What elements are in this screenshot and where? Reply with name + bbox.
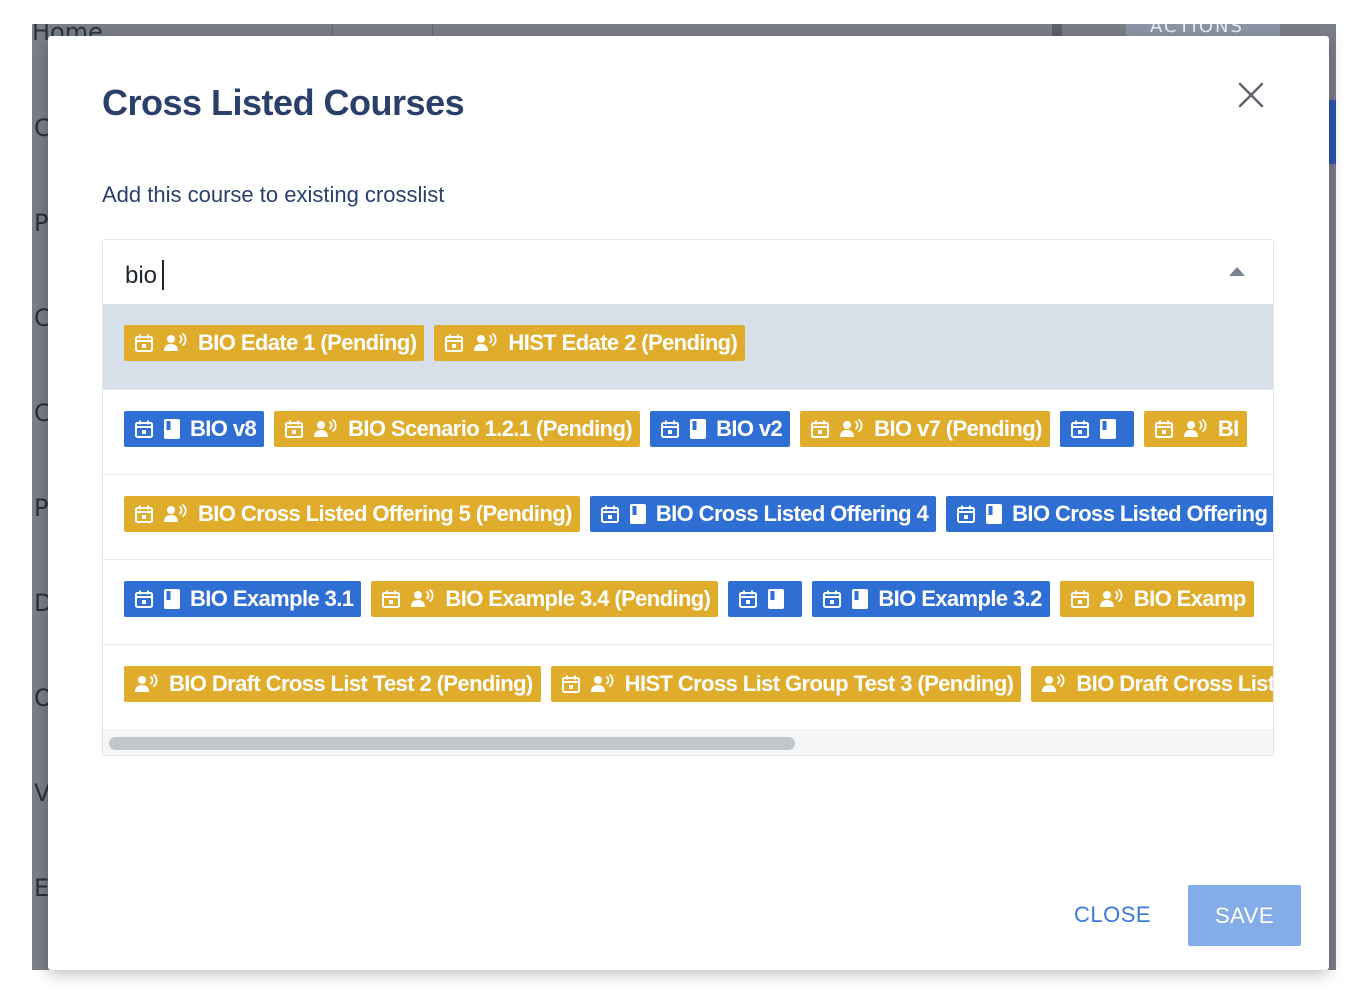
crosslist-chip: BIO Draft Cross List G	[1031, 666, 1274, 702]
chip-label: BIO Cross Listed Offering 5 (Pending)	[198, 501, 572, 526]
calendar-icon	[561, 674, 581, 694]
crosslist-chip: BIO Example 3.1	[124, 581, 362, 617]
crosslist-chip: BIO Cross Listed Offering	[946, 496, 1273, 532]
calendar-icon	[660, 419, 680, 439]
calendar-icon	[1154, 419, 1174, 439]
background-divider	[432, 24, 433, 36]
scrollbar-thumb[interactable]	[109, 737, 795, 750]
calendar-icon	[738, 589, 758, 609]
chip-label: BIO Example 3.1	[190, 586, 354, 611]
crosslist-search-input[interactable]	[125, 258, 1205, 294]
book-icon	[767, 588, 785, 610]
horizontal-scrollbar[interactable]	[103, 730, 1273, 755]
crosslist-option-row[interactable]: BIO Example 3.1 BIO Example 3.4 (Pending)…	[103, 559, 1273, 644]
chip-label: BIO Draft Cross List G	[1076, 671, 1274, 696]
chip-label: BIO Scenario 1.2.1 (Pending)	[348, 416, 633, 441]
crosslist-chip: BIO Draft Cross List Test 2 (Pending)	[124, 666, 541, 702]
crosslist-chip: BIO v2	[650, 411, 791, 447]
calendar-icon	[134, 419, 154, 439]
chip-label: HIST Edate 2 (Pending)	[508, 330, 738, 355]
book-icon	[1099, 418, 1117, 440]
chip-label: BIO v2	[716, 416, 783, 441]
book-icon	[689, 418, 707, 440]
group-icon	[134, 674, 160, 694]
crosslist-chip: BIO Example 3.4 (Pending)	[371, 581, 719, 617]
background-divider	[1052, 24, 1062, 36]
chip-label: HIST Cross List Group Test 3 (Pending)	[624, 671, 1014, 696]
crosslist-option-row[interactable]: BIO v8 BIO Scenario 1.2.1 (Pending) BIO v2…	[103, 389, 1273, 474]
calendar-icon	[381, 589, 401, 609]
collapse-arrow-icon[interactable]	[1229, 267, 1245, 276]
group-icon	[1099, 589, 1125, 609]
group-icon	[1041, 674, 1067, 694]
group-icon	[1183, 419, 1209, 439]
close-button[interactable]: CLOSE	[1074, 902, 1151, 928]
background-divider	[332, 24, 333, 36]
calendar-icon	[134, 504, 154, 524]
chip-label: BIO Example 3.4 (Pending)	[445, 586, 711, 611]
group-icon	[410, 589, 436, 609]
crosslist-chip: BIO Scenario 1.2.1 (Pending)	[274, 411, 641, 447]
calendar-icon	[956, 504, 976, 524]
calendar-icon	[134, 589, 154, 609]
crosslist-chip: BIO v7 (Pending)	[800, 411, 1050, 447]
background-sidebar-letter: P	[34, 494, 49, 522]
group-icon	[473, 333, 499, 353]
crosslist-option-row[interactable]: BIO Edate 1 (Pending) HIST Edate 2 (Pendi…	[103, 304, 1273, 389]
book-icon	[163, 418, 181, 440]
calendar-icon	[444, 333, 464, 353]
dialog-title: Cross Listed Courses	[102, 82, 465, 123]
chip-label: BIO Edate 1 (Pending)	[198, 330, 417, 355]
cross-listed-courses-dialog: Cross Listed Courses Add this course to …	[48, 36, 1329, 970]
crosslist-chip: HIST Cross List Group Test 3 (Pending)	[550, 666, 1022, 702]
text-cursor	[162, 260, 164, 290]
background-sidebar-letter: E	[34, 874, 50, 902]
calendar-icon	[600, 504, 620, 524]
book-icon	[629, 503, 647, 525]
crosslist-chip	[1059, 411, 1134, 447]
book-icon	[851, 588, 869, 610]
dialog-subtitle: Add this course to existing crosslist	[102, 182, 445, 207]
group-icon	[590, 674, 616, 694]
group-icon	[163, 504, 189, 524]
crosslist-option-row[interactable]: BIO Cross Listed Offering 5 (Pending) BIO…	[103, 474, 1273, 559]
chip-label: BIO Draft Cross List Test 2 (Pending)	[169, 671, 533, 696]
calendar-icon	[284, 419, 304, 439]
group-icon	[163, 333, 189, 353]
crosslist-chip: HIST Edate 2 (Pending)	[434, 325, 746, 361]
chip-label: BIO Examp	[1133, 586, 1247, 611]
book-icon	[163, 588, 181, 610]
crosslist-options-list: BIO Edate 1 (Pending) HIST Edate 2 (Pendi…	[103, 304, 1274, 729]
crosslist-option-row[interactable]: BIO Draft Cross List Test 2 (Pending) HIS…	[103, 644, 1274, 729]
chip-label: BIO Cross Listed Offering 4	[655, 501, 929, 526]
close-icon[interactable]	[1236, 80, 1266, 110]
crosslist-chip: BIO Cross Listed Offering 4	[589, 496, 937, 532]
book-icon	[985, 503, 1003, 525]
chip-label: BIO v8	[190, 416, 257, 441]
crosslist-chip: BIO v8	[124, 411, 265, 447]
calendar-icon	[1070, 419, 1090, 439]
crosslist-chip: BIO Example 3.2	[812, 581, 1050, 617]
calendar-icon	[134, 333, 154, 353]
calendar-icon	[1070, 589, 1090, 609]
group-icon	[839, 419, 865, 439]
group-icon	[313, 419, 339, 439]
crosslist-select: BIO Edate 1 (Pending) HIST Edate 2 (Pendi…	[102, 239, 1274, 756]
crosslist-chip	[728, 581, 803, 617]
calendar-icon	[810, 419, 830, 439]
crosslist-chip: BIO Edate 1 (Pending)	[124, 325, 425, 361]
background-sidebar-letter: P	[34, 209, 49, 237]
calendar-icon	[822, 589, 842, 609]
chip-label: BIO Cross Listed Offering	[1012, 501, 1268, 526]
save-button[interactable]: SAVE	[1188, 885, 1301, 946]
chip-label: BI	[1217, 416, 1239, 441]
crosslist-chip: BIO Cross Listed Offering 5 (Pending)	[124, 496, 580, 532]
chip-label: BIO v7 (Pending)	[874, 416, 1042, 441]
crosslist-chip: BIO Examp	[1059, 581, 1254, 617]
chip-label: BIO Example 3.2	[878, 586, 1042, 611]
crosslist-chip: BI	[1143, 411, 1247, 447]
